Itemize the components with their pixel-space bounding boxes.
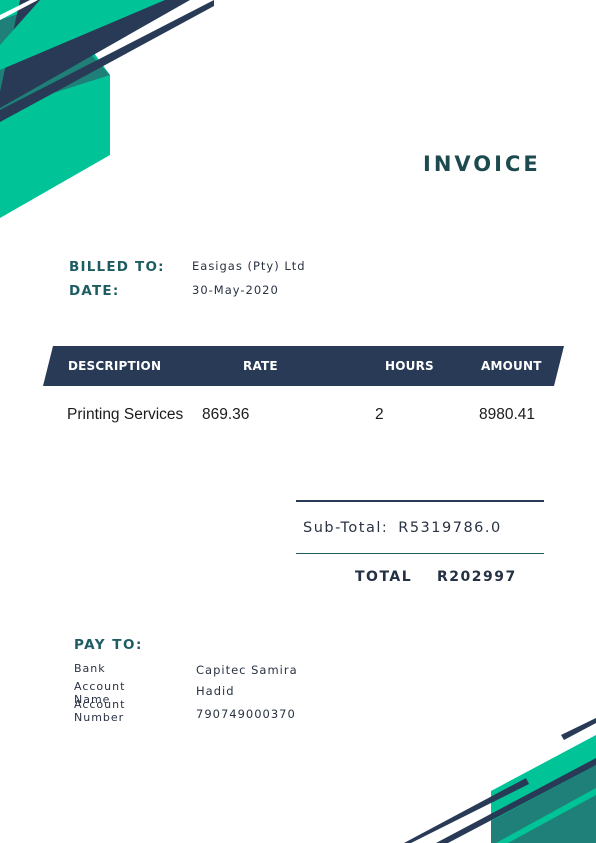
date-label: DATE: [69, 283, 120, 299]
bank-label: Bank [74, 662, 106, 675]
subtotal-label: Sub-Total: [303, 520, 389, 536]
account-number-value: 790749000370 [196, 707, 296, 721]
bottom-right-decoration [404, 718, 596, 843]
row-amount: 8980.41 [479, 406, 536, 423]
subtotal-bottom-divider [296, 553, 544, 554]
column-header-rate: RATE [243, 359, 278, 373]
column-header-hours: HOURS [385, 359, 434, 373]
date-value: 30-May-2020 [192, 283, 279, 297]
column-header-description: DESCRIPTION [68, 359, 162, 373]
pay-to-title: PAY TO: [74, 637, 143, 653]
column-header-amount: AMOUNT [481, 359, 542, 373]
top-left-decoration [0, 0, 214, 218]
total-value: R202997 [437, 569, 517, 585]
row-hours: 2 [375, 406, 384, 423]
row-rate: 869.36 [202, 406, 250, 423]
subtotal-value: R5319786.0 [398, 520, 502, 536]
table-header: DESCRIPTION RATE HOURS AMOUNT [43, 346, 564, 386]
account-name-value: Hadid [196, 684, 235, 698]
row-description: Printing Services [67, 406, 184, 423]
billed-to-value: Easigas (Pty) Ltd [192, 259, 306, 273]
invoice-title: INVOICE [423, 152, 541, 176]
subtotal-top-divider [296, 500, 544, 502]
total-label: TOTAL [355, 569, 413, 585]
billed-to-label: BILLED TO: [69, 259, 165, 275]
bank-value: Capitec Samira [196, 663, 298, 677]
account-number-label: Account Number [74, 698, 126, 724]
subtotal-row: Sub-Total: R5319786.0 [303, 520, 502, 536]
